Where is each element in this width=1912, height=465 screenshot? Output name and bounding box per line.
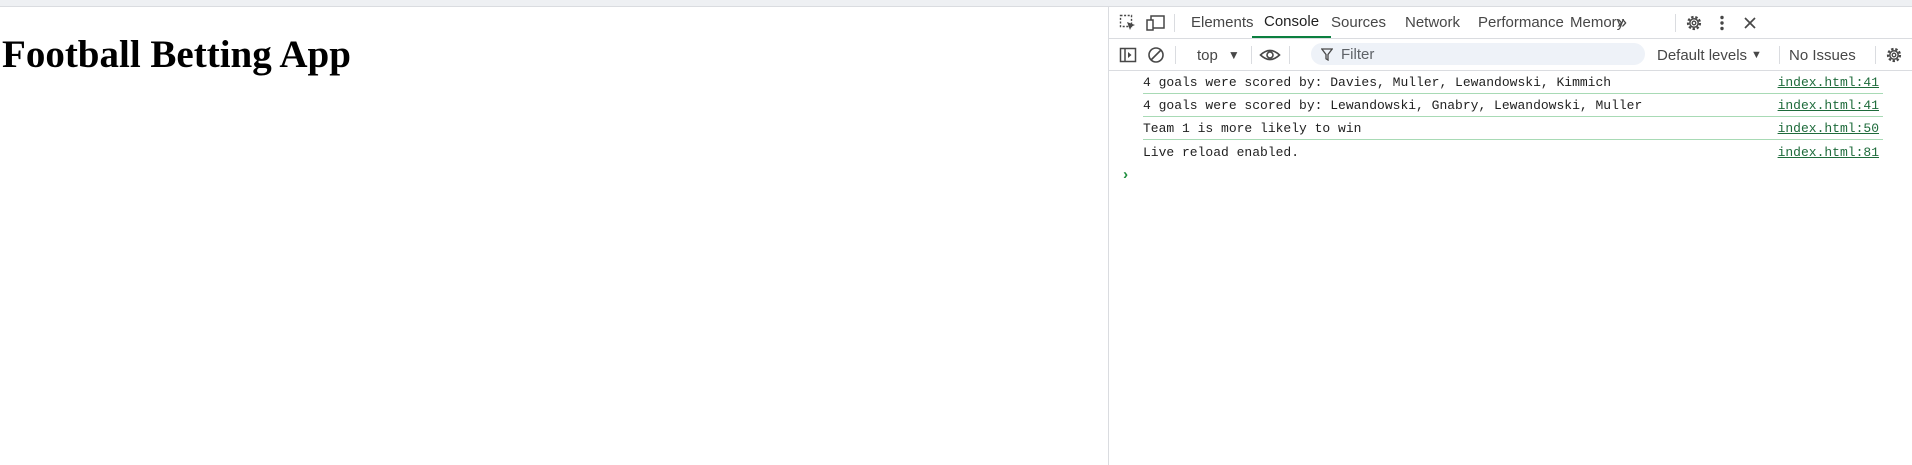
toolbar-separator [1175,46,1176,64]
console-source-link[interactable]: index.html:41 [1778,98,1879,113]
toolbar-separator-3 [1289,46,1290,64]
tabbar-separator-right [1675,14,1676,32]
toolbar-separator-5 [1875,46,1876,64]
page-viewport: Football Betting App [0,7,1108,465]
console-source-link[interactable]: index.html:50 [1778,121,1879,136]
log-levels-label: Default levels [1657,46,1748,64]
sidebar-toggle-icon[interactable] [1115,42,1141,68]
browser-top-strip [0,0,1912,7]
page-title: Football Betting App [2,33,351,76]
tabbar-separator [1174,14,1175,32]
log-levels-dropdown[interactable]: Default levels ▼ [1657,43,1762,67]
more-tabs-chevron-icon[interactable]: » [1609,7,1635,38]
close-icon[interactable] [1737,10,1763,36]
tab-network[interactable]: Network [1393,7,1472,38]
console-output: 4 goals were scored by: Davies, Muller, … [1109,72,1912,186]
context-selector[interactable]: top ▼ [1197,43,1240,67]
live-expression-eye-icon[interactable] [1257,42,1283,68]
console-source-link[interactable]: index.html:81 [1778,145,1879,160]
console-settings-gear-icon[interactable] [1881,42,1907,68]
toolbar-separator-2 [1251,46,1252,64]
devtools-panel: Elements Console Sources Network Perform… [1108,7,1912,465]
console-message-text: 4 goals were scored by: Davies, Muller, … [1143,75,1612,90]
console-toolbar: top ▼ Default levels ▼ No Issues [1109,39,1912,71]
console-source-link[interactable]: index.html:41 [1778,75,1879,90]
device-toolbar-icon[interactable] [1143,10,1169,36]
kebab-menu-icon[interactable] [1709,10,1735,36]
inspect-element-icon[interactable] [1115,10,1141,36]
clear-console-icon[interactable] [1143,42,1169,68]
context-value: top [1197,46,1218,64]
console-prompt[interactable]: › [1109,164,1912,186]
console-message-text: Team 1 is more likely to win [1143,121,1362,136]
gear-icon[interactable] [1681,10,1707,36]
tab-sources[interactable]: Sources [1319,7,1398,38]
dropdown-arrow-icon: ▼ [1227,48,1240,62]
console-message-text: 4 goals were scored by: Lewandowski, Gna… [1143,98,1643,113]
console-message: 4 goals were scored by: Davies, Muller, … [1143,72,1883,94]
dropdown-arrow-icon: ▼ [1751,49,1762,61]
prompt-chevron-icon: › [1121,166,1131,184]
console-message-text: Live reload enabled. [1143,144,1300,160]
console-message: 4 goals were scored by: Lewandowski, Gna… [1143,95,1883,117]
issues-counter[interactable]: No Issues [1789,43,1856,67]
filter-input[interactable] [1341,45,1621,63]
devtools-tabbar: Elements Console Sources Network Perform… [1109,7,1912,39]
filter-box[interactable] [1311,43,1645,65]
console-message: Team 1 is more likely to win index.html:… [1143,118,1883,140]
console-input[interactable] [1143,166,1887,186]
toolbar-separator-4 [1779,46,1780,64]
filter-funnel-icon [1321,47,1333,61]
console-message: Live reload enabled. index.html:81 [1143,141,1883,163]
